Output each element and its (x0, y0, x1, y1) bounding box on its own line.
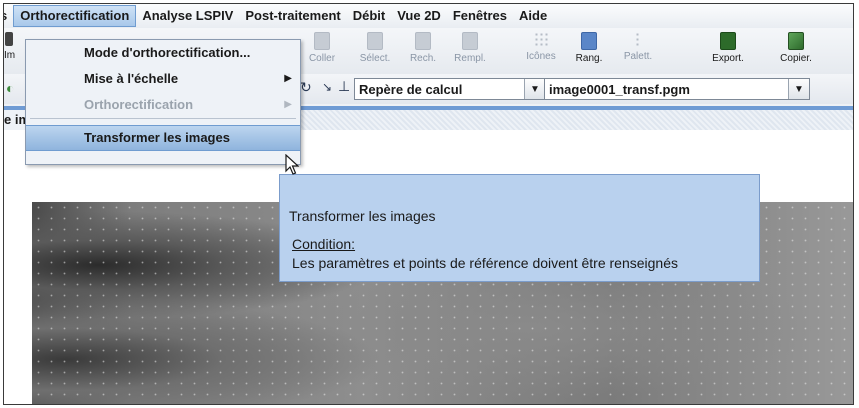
palette-icon (635, 32, 641, 48)
import-button-label[interactable]: Im (4, 50, 15, 61)
dd-orthorectification[interactable]: Orthorectification ▶ (26, 92, 300, 118)
palett-button[interactable]: Palett. (612, 32, 664, 62)
select-button[interactable]: Sélect. (349, 32, 401, 64)
icones-button[interactable]: Icônes (515, 32, 567, 62)
export-icon (720, 32, 736, 50)
menu-analyse-lspiv[interactable]: Analyse LSPIV (136, 5, 239, 27)
menu-debit[interactable]: Débit (347, 5, 392, 27)
import-icon[interactable] (5, 32, 13, 46)
menu-separator (30, 118, 296, 119)
dd-transformer-les-images[interactable]: Transformer les images (26, 125, 300, 151)
zoom-icon[interactable]: ◐ (6, 80, 14, 96)
menu-item-fichier-partial[interactable]: s (4, 5, 13, 27)
icons-view-icon (534, 32, 548, 48)
export-button[interactable]: Export. (702, 32, 754, 64)
rempl-button[interactable]: Rempl. (444, 32, 496, 64)
tooltip: Transformer les images Condition: Les pa… (279, 174, 760, 282)
orthorectification-menu: Mode d'orthorectification... Mise à l'éc… (25, 39, 301, 165)
dd-mise-a-l-echelle[interactable]: Mise à l'échelle ▶ (26, 66, 300, 92)
menu-aide[interactable]: Aide (513, 5, 553, 27)
search-icon (415, 32, 431, 50)
repere-select[interactable]: Repère de calcul ▼ (354, 78, 546, 100)
rech-button[interactable]: Rech. (397, 32, 449, 64)
image-select[interactable]: image0001_transf.pgm ▼ (544, 78, 810, 100)
paste-icon (314, 32, 330, 50)
select-icon (367, 32, 383, 50)
dd-mode-orthorectification[interactable]: Mode d'orthorectification... (26, 40, 300, 66)
chevron-right-icon: ▶ (284, 73, 292, 84)
axes-icon[interactable]: ⊥ (338, 78, 350, 95)
tooltip-condition-text: Les paramètres et points de référence do… (292, 255, 679, 271)
copier-button[interactable]: Copier. (770, 32, 822, 64)
tooltip-title: Transformer les images (289, 208, 436, 224)
pointer-zoom-icon[interactable]: ↘ (322, 80, 332, 94)
repere-select-value: Repère de calcul (359, 81, 463, 97)
mouse-cursor-icon (285, 154, 299, 175)
coller-button[interactable]: Coller (296, 32, 348, 64)
arrange-icon (581, 32, 597, 50)
application-window: s Orthorectification Analyse LSPIV Post-… (3, 3, 854, 405)
tooltip-condition-label: Condition: (292, 236, 356, 252)
copy-image-icon (788, 32, 804, 50)
rotate-icon[interactable]: ↻ (300, 79, 312, 96)
image-select-value: image0001_transf.pgm (549, 81, 690, 97)
rang-button[interactable]: Rang. (563, 32, 615, 64)
menubar: s Orthorectification Analyse LSPIV Post-… (4, 4, 853, 28)
menu-fenetres[interactable]: Fenêtres (447, 5, 513, 27)
chevron-down-icon[interactable]: ▼ (788, 79, 809, 99)
chevron-down-icon[interactable]: ▼ (524, 79, 545, 99)
menu-orthorectification[interactable]: Orthorectification (13, 5, 137, 27)
chevron-right-icon: ▶ (284, 99, 292, 110)
menu-vue-2d[interactable]: Vue 2D (391, 5, 447, 27)
menu-post-traitement[interactable]: Post-traitement (239, 5, 346, 27)
replace-icon (462, 32, 478, 50)
